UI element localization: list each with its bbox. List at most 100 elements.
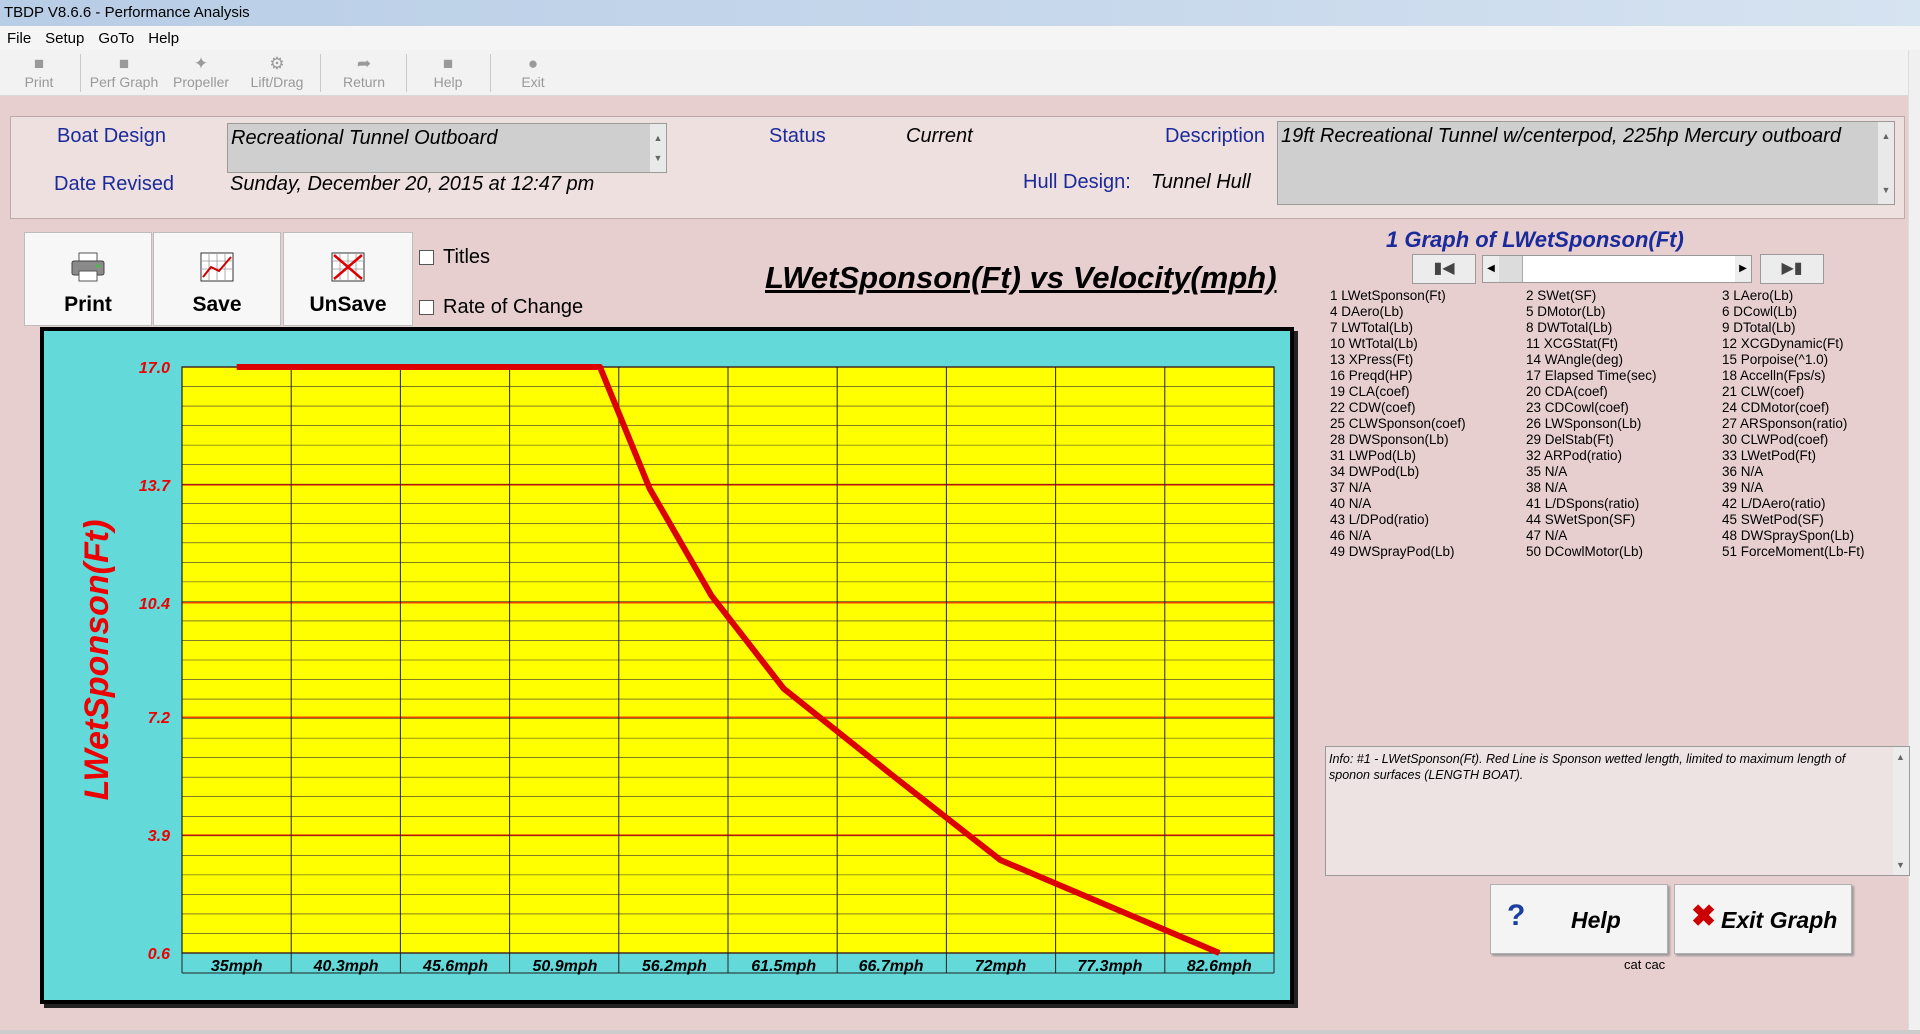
rate-of-change-checkbox[interactable]: Rate of Change [419,296,583,319]
graph-list-item[interactable]: 33 LWetPod(Ft) [1722,448,1816,463]
graph-list-item[interactable]: 24 CDMotor(coef) [1722,400,1829,415]
toolbar-return-label: Return [342,74,386,90]
graph-list-item[interactable]: 16 Preqd(HP) [1330,368,1413,383]
menu-help[interactable]: Help [141,30,186,47]
y-tick-label: 0.6 [148,946,170,963]
scroll-right-icon[interactable]: ▶ [1735,256,1751,282]
graph-list-item[interactable]: 32 ARPod(ratio) [1526,448,1622,463]
graph-list-item[interactable]: 41 L/DSpons(ratio) [1526,496,1639,511]
graph-list-item[interactable]: 50 DCowlMotor(Lb) [1526,544,1643,559]
graph-list-item[interactable]: 43 L/DPod(ratio) [1330,512,1429,527]
graph-list-item[interactable]: 49 DWSprayPod(Lb) [1330,544,1455,559]
toolbar-print-button[interactable]: ■ Print [18,52,60,94]
toolbar-return-button[interactable]: ➦ Return [338,52,390,94]
description-field[interactable]: 19ft Recreational Tunnel w/centerpod, 22… [1277,121,1895,205]
graph-list-item[interactable]: 30 CLWPod(coef) [1722,432,1828,447]
graph-list-item[interactable]: 36 N/A [1722,464,1763,479]
graph-list-item[interactable]: 21 CLW(coef) [1722,384,1804,399]
graph-list-item[interactable]: 38 N/A [1526,480,1567,495]
description-value: 19ft Recreational Tunnel w/centerpod, 22… [1281,125,1841,147]
graph-list-item[interactable]: 18 Accelln(Fps/s) [1722,368,1826,383]
graph-list-item[interactable]: 7 LWTotal(Lb) [1330,320,1413,335]
toolbar-propeller-button[interactable]: ✦ Propeller [168,52,234,94]
graph-list-item[interactable]: 44 SWetSpon(SF) [1526,512,1635,527]
graph-list-item[interactable]: 15 Porpoise(^1.0) [1722,352,1828,367]
graph-list-item[interactable]: 14 WAngle(deg) [1526,352,1623,367]
x-tick-label: 61.5mph [751,958,816,975]
rate-of-change-checkbox-box[interactable] [419,300,434,315]
graph-list-item[interactable]: 1 LWetSponson(Ft) [1330,288,1446,303]
graph-list-item[interactable]: 22 CDW(coef) [1330,400,1416,415]
graph-list-item[interactable]: 17 Elapsed Time(sec) [1526,368,1657,383]
graph-list-item[interactable]: 47 N/A [1526,528,1567,543]
titles-checkbox-box[interactable] [419,250,434,265]
graph-list-item[interactable]: 20 CDA(coef) [1526,384,1608,399]
scroll-left-icon[interactable]: ◀ [1483,256,1499,282]
boat-design-field[interactable]: Recreational Tunnel Outboard ▲ ▼ [227,123,667,173]
graph-list-item[interactable]: 25 CLWSponson(coef) [1330,416,1466,431]
unsave-button[interactable]: UnSave [283,232,413,326]
scroll-thumb[interactable] [1499,256,1523,282]
toolbar-help-button[interactable]: ■ Help [424,52,472,94]
graph-list-item[interactable]: 4 DAero(Lb) [1330,304,1404,319]
graph-list-item[interactable]: 40 N/A [1330,496,1371,511]
graph-list-item[interactable]: 28 DWSponson(Lb) [1330,432,1449,447]
x-tick-label: 35mph [211,958,263,975]
graph-list-item[interactable]: 48 DWSpraySpon(Lb) [1722,528,1854,543]
graph-list-item[interactable]: 23 CDCowl(coef) [1526,400,1629,415]
graph-list-item[interactable]: 29 DelStab(Ft) [1526,432,1614,447]
graph-list-item[interactable]: 27 ARSponson(ratio) [1722,416,1847,431]
exit-graph-button[interactable]: ✖ Exit Graph [1674,884,1852,954]
print-button[interactable]: Print [24,232,152,326]
graph-list-item[interactable]: 11 XCGStat(Ft) [1526,336,1618,351]
graph-list-item[interactable]: 2 SWet(SF) [1526,288,1596,303]
graph-list-item[interactable]: 51 ForceMoment(Lb-Ft) [1722,544,1865,559]
graph-list-item[interactable]: 37 N/A [1330,480,1371,495]
boat-design-scrollbar[interactable]: ▲ ▼ [650,124,666,172]
graph-list-item[interactable]: 3 LAero(Lb) [1722,288,1793,303]
graph-list-item[interactable]: 9 DTotal(Lb) [1722,320,1796,335]
last-graph-button[interactable]: ▶▮ [1760,254,1824,284]
toolbar-perf-graph-button[interactable]: ■ Perf Graph [86,52,162,94]
graph-list-item[interactable]: 46 N/A [1330,528,1371,543]
info-scrollbar[interactable]: ▲ ▼ [1893,747,1909,875]
graph-list-item[interactable]: 39 N/A [1722,480,1763,495]
toolbar-separator [320,54,321,92]
first-graph-button[interactable]: ▮◀ [1412,254,1476,284]
x-tick-label: 66.7mph [859,958,924,975]
graph-list-item[interactable]: 26 LWSponson(Lb) [1526,416,1641,431]
toolbar-perf-graph-label: Perf Graph [89,74,159,90]
graph-list-item[interactable]: 34 DWPod(Lb) [1330,464,1419,479]
toolbar-lift-drag-button[interactable]: ⚙ Lift/Drag [244,52,310,94]
graph-list-item[interactable]: 10 WtTotal(Lb) [1330,336,1418,351]
graph-list-item[interactable]: 12 XCGDynamic(Ft) [1722,336,1844,351]
save-button[interactable]: Save [153,232,281,326]
toolbar-exit-button[interactable]: ● Exit [512,52,554,94]
window-scrollbar[interactable] [1908,50,1920,1030]
menu-setup[interactable]: Setup [38,30,91,47]
rate-of-change-checkbox-label: Rate of Change [443,296,584,318]
graph-list-item[interactable]: 8 DWTotal(Lb) [1526,320,1612,335]
graph-list-item[interactable]: 42 L/DAero(ratio) [1722,496,1826,511]
menu-goto[interactable]: GoTo [91,30,141,47]
x-tick-label: 40.3mph [313,958,379,975]
titles-checkbox[interactable]: Titles [419,246,490,269]
graph-list-item[interactable]: 19 CLA(coef) [1330,384,1410,399]
description-scrollbar[interactable]: ▲ ▼ [1878,122,1894,204]
question-icon: ? [1507,899,1526,932]
status-label: Status [769,125,826,147]
graph-list-item[interactable]: 5 DMotor(Lb) [1526,304,1606,319]
first-page-icon: ▮◀ [1433,260,1455,277]
graph-list-item[interactable]: 31 LWPod(Lb) [1330,448,1416,463]
y-tick-label: 3.9 [148,828,170,845]
graph-list-item[interactable]: 35 N/A [1526,464,1567,479]
help-button[interactable]: ? Help [1490,884,1668,954]
graph-list-item[interactable]: 45 SWetPod(SF) [1722,512,1824,527]
graph-scrollbar[interactable]: ◀ ▶ [1482,255,1752,283]
x-tick-label: 72mph [975,958,1027,975]
graph-list-item[interactable]: 13 XPress(Ft) [1330,352,1413,367]
x-tick-label: 56.2mph [642,958,707,975]
menu-file[interactable]: File [0,30,38,47]
graph-list-item[interactable]: 6 DCowl(Lb) [1722,304,1797,319]
window-title-bar: TBDP V8.6.6 - Performance Analysis [0,0,1920,26]
